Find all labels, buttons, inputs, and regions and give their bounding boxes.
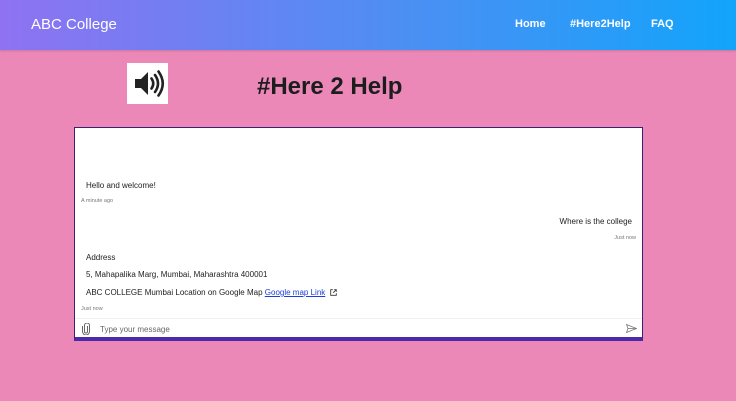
- message-timestamp: Just now: [614, 235, 636, 241]
- message-timestamp: Just now: [81, 306, 103, 312]
- message-input[interactable]: [98, 322, 602, 337]
- nav-faq-link[interactable]: FAQ: [651, 18, 674, 30]
- google-map-link[interactable]: Google map Link: [265, 288, 325, 297]
- paperclip-icon[interactable]: [82, 323, 90, 335]
- message-timestamp: A minute ago: [81, 198, 114, 204]
- message-composer: [75, 318, 642, 337]
- bot-message-address: 5, Mahapalika Marg, Mumbai, Maharashtra …: [86, 270, 268, 279]
- bot-message-address-heading: Address: [86, 253, 116, 262]
- bot-message-map-line: ABC COLLEGE Mumbai Location on Google Ma…: [86, 288, 337, 297]
- user-message: Where is the college: [559, 217, 632, 226]
- bot-message-welcome: Hello and welcome!: [86, 181, 156, 190]
- speaker-icon[interactable]: [127, 63, 168, 104]
- map-line-text: ABC COLLEGE Mumbai Location on Google Ma…: [86, 288, 263, 297]
- external-link-icon: [329, 289, 337, 296]
- nav-home-link[interactable]: Home: [515, 18, 546, 30]
- brand-name[interactable]: ABC College: [31, 16, 117, 33]
- send-icon[interactable]: [626, 324, 637, 333]
- page-title: #Here 2 Help: [257, 73, 403, 100]
- chat-window: Hello and welcome! A minute ago Where is…: [74, 127, 643, 341]
- nav-here2help-link[interactable]: #Here2Help: [570, 18, 631, 30]
- top-navbar: ABC College Home #Here2Help FAQ: [0, 0, 736, 50]
